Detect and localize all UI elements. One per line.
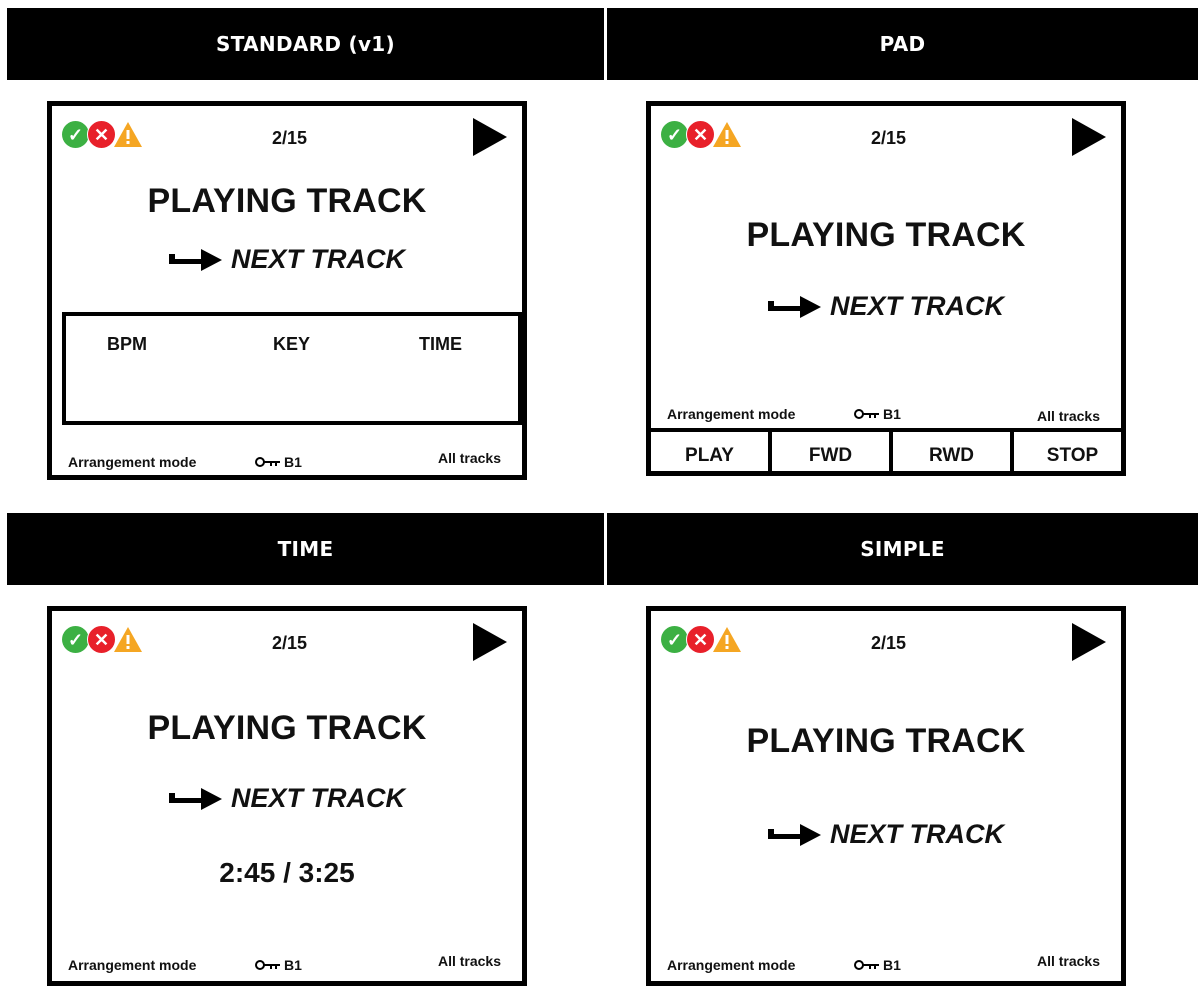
key-value: B1	[284, 454, 302, 470]
error-circle-icon: ✕	[686, 120, 715, 149]
fwd-button[interactable]: FWD	[772, 432, 893, 471]
warning-triangle-icon	[114, 627, 142, 652]
rwd-button[interactable]: RWD	[893, 432, 1014, 471]
pad-header-label: PAD	[879, 32, 926, 56]
error-circle-icon: ✕	[686, 625, 715, 654]
stop-button[interactable]: STOP	[1014, 432, 1121, 471]
error-circle-icon: ✕	[87, 625, 116, 654]
warning-triangle-icon	[114, 122, 142, 147]
arrow-right-icon	[768, 823, 821, 846]
standard-screen: ✓ ✕ 2/15 PLAYING TRACK NEXT TRACK BPM KE…	[47, 101, 527, 480]
time-screen: ✓ ✕ 2/15 PLAYING TRACK NEXT TRACK 2:45 /…	[47, 606, 527, 986]
status-icons: ✓ ✕	[661, 120, 742, 149]
play-icon[interactable]	[1072, 623, 1106, 661]
key-value: B1	[883, 957, 901, 973]
key-icon	[854, 409, 879, 419]
key-icon	[255, 457, 280, 467]
simple-screen: ✓ ✕ 2/15 PLAYING TRACK NEXT TRACK Arrang…	[646, 606, 1126, 986]
playing-track-title: PLAYING TRACK	[746, 216, 1026, 254]
status-icons: ✓ ✕	[62, 625, 143, 654]
next-track-row: NEXT TRACK	[651, 291, 1121, 322]
pad-button-row: PLAY FWD RWD STOP	[651, 428, 1121, 471]
standard-panel-header: STANDARD (v1)	[7, 8, 604, 80]
pad-screen: ✓ ✕ 2/15 PLAYING TRACK NEXT TRACK Arrang…	[646, 101, 1126, 476]
playing-track-title: PLAYING TRACK	[147, 709, 427, 747]
warning-triangle-icon	[713, 627, 741, 652]
check-circle-icon: ✓	[62, 626, 89, 653]
simple-header-label: SIMPLE	[860, 537, 945, 561]
time-panel-header: TIME	[7, 513, 604, 585]
key-icon	[854, 960, 879, 970]
playing-track-title: PLAYING TRACK	[147, 182, 427, 220]
track-counter: 2/15	[272, 128, 308, 148]
key-indicator: B1	[854, 957, 901, 973]
play-icon[interactable]	[1072, 118, 1106, 156]
arrow-right-icon	[169, 787, 222, 810]
key-icon	[255, 960, 280, 970]
all-tracks-label: All tracks	[437, 953, 501, 969]
arrow-right-icon	[169, 248, 222, 271]
arrangement-mode-label: Arrangement mode	[68, 454, 197, 470]
status-icons: ✓ ✕	[661, 625, 742, 654]
check-circle-icon: ✓	[661, 626, 688, 653]
pad-panel-header: PAD	[607, 8, 1198, 80]
key-label: KEY	[273, 334, 311, 354]
track-counter: 2/15	[272, 633, 308, 653]
next-track-row: NEXT TRACK	[52, 783, 522, 814]
next-track-label: NEXT TRACK	[830, 819, 1004, 849]
warning-triangle-icon	[713, 122, 741, 147]
bpm-label: BPM	[107, 334, 147, 354]
track-counter: 2/15	[871, 128, 907, 148]
error-circle-icon: ✕	[87, 120, 116, 149]
key-indicator: B1	[854, 406, 901, 422]
next-track-row: NEXT TRACK	[651, 819, 1121, 850]
next-track-label: NEXT TRACK	[231, 244, 405, 274]
playing-track-title: PLAYING TRACK	[746, 722, 1026, 760]
arrangement-mode-label: Arrangement mode	[68, 957, 197, 973]
time-header-label: TIME	[277, 537, 334, 561]
check-circle-icon: ✓	[661, 121, 688, 148]
next-track-label: NEXT TRACK	[231, 783, 405, 813]
key-indicator: B1	[255, 957, 302, 973]
play-button[interactable]: PLAY	[651, 432, 772, 471]
key-indicator: B1	[255, 454, 302, 470]
track-counter: 2/15	[871, 633, 907, 653]
check-circle-icon: ✓	[62, 121, 89, 148]
arrangement-mode-label: Arrangement mode	[667, 406, 796, 422]
all-tracks-label: All tracks	[1036, 408, 1100, 424]
track-info-box: BPM KEY TIME	[62, 312, 522, 425]
key-value: B1	[284, 957, 302, 973]
standard-header-label: STANDARD (v1)	[216, 32, 395, 56]
next-track-row: NEXT TRACK	[52, 244, 522, 275]
all-tracks-label: All tracks	[1036, 953, 1100, 969]
arrow-right-icon	[768, 295, 821, 318]
play-icon[interactable]	[473, 118, 507, 156]
status-icons: ✓ ✕	[62, 120, 143, 149]
key-value: B1	[883, 406, 901, 422]
time-label: TIME	[419, 334, 462, 354]
all-tracks-label: All tracks	[437, 450, 501, 466]
play-icon[interactable]	[473, 623, 507, 661]
arrangement-mode-label: Arrangement mode	[667, 957, 796, 973]
simple-panel-header: SIMPLE	[607, 513, 1198, 585]
next-track-label: NEXT TRACK	[830, 291, 1004, 321]
time-position: 2:45 / 3:25	[219, 857, 355, 888]
